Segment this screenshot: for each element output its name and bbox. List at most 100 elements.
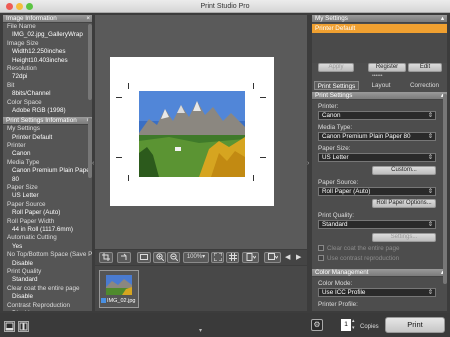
clear-coat-label: Clear coat the entire page [327, 245, 400, 252]
display-options-button[interactable] [264, 252, 281, 263]
scrollbar[interactable] [443, 94, 447, 284]
collapse-left-arrow[interactable]: ‹ [92, 160, 94, 167]
custom-button[interactable]: Custom... [372, 166, 436, 175]
thumbnail-image [106, 275, 132, 295]
info-value: Printer Default [12, 133, 53, 141]
zoom-select[interactable]: 100%▾ [183, 252, 209, 263]
paper-source-select[interactable]: Roll Paper (Auto) ⇕ [318, 187, 436, 196]
window-title: Print Studio Pro [200, 3, 250, 10]
media-type-select[interactable]: Canon Premium Plain Paper 80 ⇕ [318, 132, 436, 141]
actual-size-button[interactable] [211, 252, 224, 263]
paper-preview [110, 57, 274, 206]
zoom-level: 100% [186, 254, 203, 260]
select-arrows-icon: ⇕ [427, 154, 433, 161]
checkbox-box [318, 245, 324, 252]
info-key: Paper Size [7, 184, 38, 192]
zoom-window-button[interactable] [26, 3, 33, 10]
select-arrows-icon: ⇕ [427, 112, 433, 119]
page-settings-button[interactable] [242, 252, 259, 263]
contrast-checkbox[interactable]: Use contrast reproduction [318, 255, 399, 262]
print-settings-information-header[interactable]: Print Settings Information × [3, 117, 92, 126]
crop-icon [102, 253, 110, 261]
rotate-button[interactable] [117, 252, 131, 263]
tab-layout[interactable]: Layout [360, 81, 402, 90]
thumbnail-checkbox[interactable]: IMG_02.jpg [101, 298, 135, 304]
scrollbar[interactable] [88, 118, 92, 178]
info-key: Color Space [7, 98, 42, 106]
collapse-right-arrow[interactable]: › [307, 160, 309, 167]
crop-button[interactable] [99, 252, 113, 263]
select-arrows-icon: ⇕ [427, 289, 433, 296]
crop-mark [260, 157, 266, 158]
page-icon [246, 253, 256, 261]
close-window-button[interactable] [6, 3, 13, 10]
checkmark-icon [101, 298, 106, 304]
info-key: Media Type [7, 158, 40, 166]
paper-size-value: US Letter [322, 154, 349, 161]
print-settings-section-title: Print Settings [315, 92, 353, 99]
my-settings-header[interactable]: My Settings ▴ [312, 15, 447, 23]
info-key: Printer [7, 142, 26, 150]
copies-label: Copies [360, 324, 379, 330]
paper-source-value: Roll Paper (Auto) [322, 188, 371, 195]
preview-toolbar: 100%▾ ◀ ▶ [95, 250, 307, 265]
crop-mark [128, 175, 129, 181]
select-arrows-icon: ⇕ [427, 188, 433, 195]
close-icon[interactable]: × [86, 15, 90, 23]
scrollbar[interactable] [88, 24, 92, 100]
info-key: Roll Paper Width [7, 217, 55, 225]
info-value: 44 in Roll (1117.6mm) [12, 225, 74, 233]
minimize-window-button[interactable] [16, 3, 23, 10]
collapse-thumbnails-icon[interactable]: ▾ [199, 327, 202, 334]
zoom-out-button[interactable] [167, 252, 180, 263]
color-mode-select[interactable]: Use ICC Profile ⇕ [318, 288, 436, 297]
tab-print-settings[interactable]: Print Settings [314, 81, 359, 90]
copies-stepper[interactable]: ▴ ▾ [352, 318, 357, 332]
printer-value: Canon [322, 112, 341, 119]
thumbnail-strip: IMG_02.jpg [95, 266, 307, 311]
print-quality-select[interactable]: Standard ⇕ [318, 220, 436, 229]
printer-profile-label: Printer Profile: [318, 301, 358, 308]
zoom-in-icon [155, 253, 164, 262]
select-arrows-icon: ⇕ [427, 133, 433, 140]
zoom-out-icon [169, 253, 178, 262]
print-preview-area [95, 15, 307, 249]
resize-grip-icon[interactable]: •••••• [372, 73, 383, 79]
thumbnail-item[interactable]: IMG_02.jpg [99, 270, 139, 308]
image-information-header[interactable]: Image Information × [3, 15, 92, 23]
color-management-header[interactable]: Color Management ▴ [312, 269, 447, 277]
select-arrows-icon: ⇕ [427, 221, 433, 228]
crop-mark [253, 83, 254, 89]
next-arrow-icon[interactable]: ▶ [296, 253, 301, 261]
clear-coat-checkbox[interactable]: Clear coat the entire page [318, 245, 399, 252]
zoom-in-button[interactable] [153, 252, 166, 263]
info-key: No Top/Bottom Space (Save P [7, 251, 92, 259]
photo-image[interactable] [139, 91, 245, 177]
single-view-icon [5, 322, 14, 331]
info-key: Bit [7, 81, 15, 89]
grid-button[interactable] [226, 252, 239, 263]
tab-correction[interactable]: Correction [403, 81, 446, 90]
title-bar: Print Studio Pro [0, 0, 450, 13]
split-view-icon [19, 322, 28, 331]
fit-page-button[interactable] [137, 252, 151, 263]
print-button[interactable]: Print [385, 317, 445, 333]
split-view-button[interactable] [18, 321, 29, 332]
roll-paper-options-button[interactable]: Roll Paper Options... [372, 199, 436, 208]
collapse-icon[interactable]: ▴ [441, 15, 444, 23]
printer-select[interactable]: Canon ⇕ [318, 111, 436, 120]
my-settings-selected-item[interactable]: Printer Default [312, 24, 447, 33]
paper-source-label: Paper Source: [318, 179, 359, 186]
apply-button[interactable]: Apply [318, 63, 354, 72]
gear-icon[interactable]: ⚙ [311, 319, 323, 331]
settings-button[interactable]: Settings... [372, 233, 436, 242]
paper-size-select[interactable]: US Letter ⇕ [318, 153, 436, 162]
edit-button[interactable]: Edit [408, 63, 442, 72]
info-key: Contrast Reproduction [7, 301, 71, 309]
printer-label: Printer: [318, 103, 339, 110]
print-settings-section-header[interactable]: Print Settings ▴ [312, 92, 447, 100]
copies-input[interactable]: 1 [341, 319, 351, 331]
register-button[interactable]: Register [368, 63, 406, 72]
previous-arrow-icon[interactable]: ◀ [285, 253, 290, 261]
single-view-button[interactable] [4, 321, 15, 332]
